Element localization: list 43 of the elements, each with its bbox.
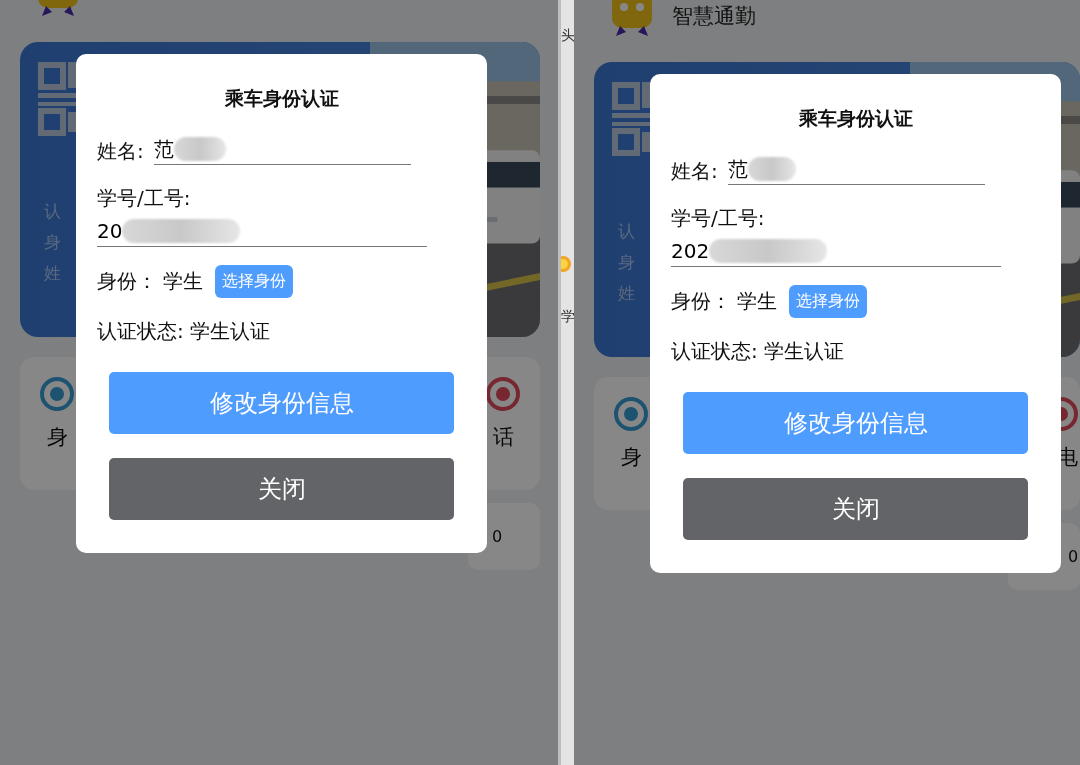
stat-value: 0 — [1068, 547, 1079, 566]
field-label: 学号/工号: — [671, 205, 765, 232]
close-button[interactable]: 关闭 — [109, 458, 454, 520]
stat-value: 0 — [492, 527, 503, 546]
close-button[interactable]: 关闭 — [683, 478, 1028, 540]
field-label: 身份： — [671, 288, 731, 315]
id-field[interactable]: 20 — [97, 216, 427, 247]
field-label: 身份： — [97, 268, 157, 295]
card-text: 认 — [44, 200, 61, 223]
edit-button[interactable]: 修改身份信息 — [683, 392, 1028, 454]
redaction-blur — [747, 157, 796, 181]
name-field[interactable]: 范 — [727, 154, 985, 185]
side-text: 学 — [561, 308, 574, 326]
edit-button[interactable]: 修改身份信息 — [109, 372, 454, 434]
dialog-title: 乘车身份认证 — [797, 106, 914, 131]
status-text: 认证状态: 学生认证 — [97, 318, 272, 345]
status-text: 认证状态: 学生认证 — [671, 338, 846, 365]
field-label: 姓名: — [671, 158, 718, 185]
role-value: 学生 — [737, 288, 777, 315]
field-value: 20 — [97, 219, 123, 243]
sun-icon — [561, 253, 573, 275]
field-label: 姓名: — [97, 138, 144, 165]
select-role-button[interactable]: 选择身份 — [789, 285, 867, 318]
card-text: 认 — [618, 220, 635, 243]
card-text: 姓 — [44, 262, 61, 285]
app-title: 智慧通勤 — [672, 3, 756, 30]
feature-label[interactable]: 身 — [620, 443, 642, 471]
dialog-title: 乘车身份认证 — [223, 86, 340, 111]
field-value: 202 — [671, 239, 710, 263]
id-field[interactable]: 202 — [671, 236, 1001, 267]
redaction-blur — [173, 137, 226, 161]
field-label: 学号/工号: — [97, 185, 191, 212]
card-text: 身 — [618, 251, 635, 274]
select-role-button[interactable]: 选择身份 — [215, 265, 293, 298]
role-value: 学生 — [163, 268, 203, 295]
name-field[interactable]: 范 — [153, 134, 411, 165]
card-text: 身 — [44, 231, 61, 254]
field-value: 范 — [153, 135, 174, 163]
feature-label[interactable]: 话 — [492, 423, 514, 451]
feature-label[interactable]: 身 — [46, 423, 68, 451]
field-value: 范 — [727, 155, 748, 183]
card-text: 姓 — [618, 282, 635, 305]
side-text: 头 — [561, 27, 574, 45]
